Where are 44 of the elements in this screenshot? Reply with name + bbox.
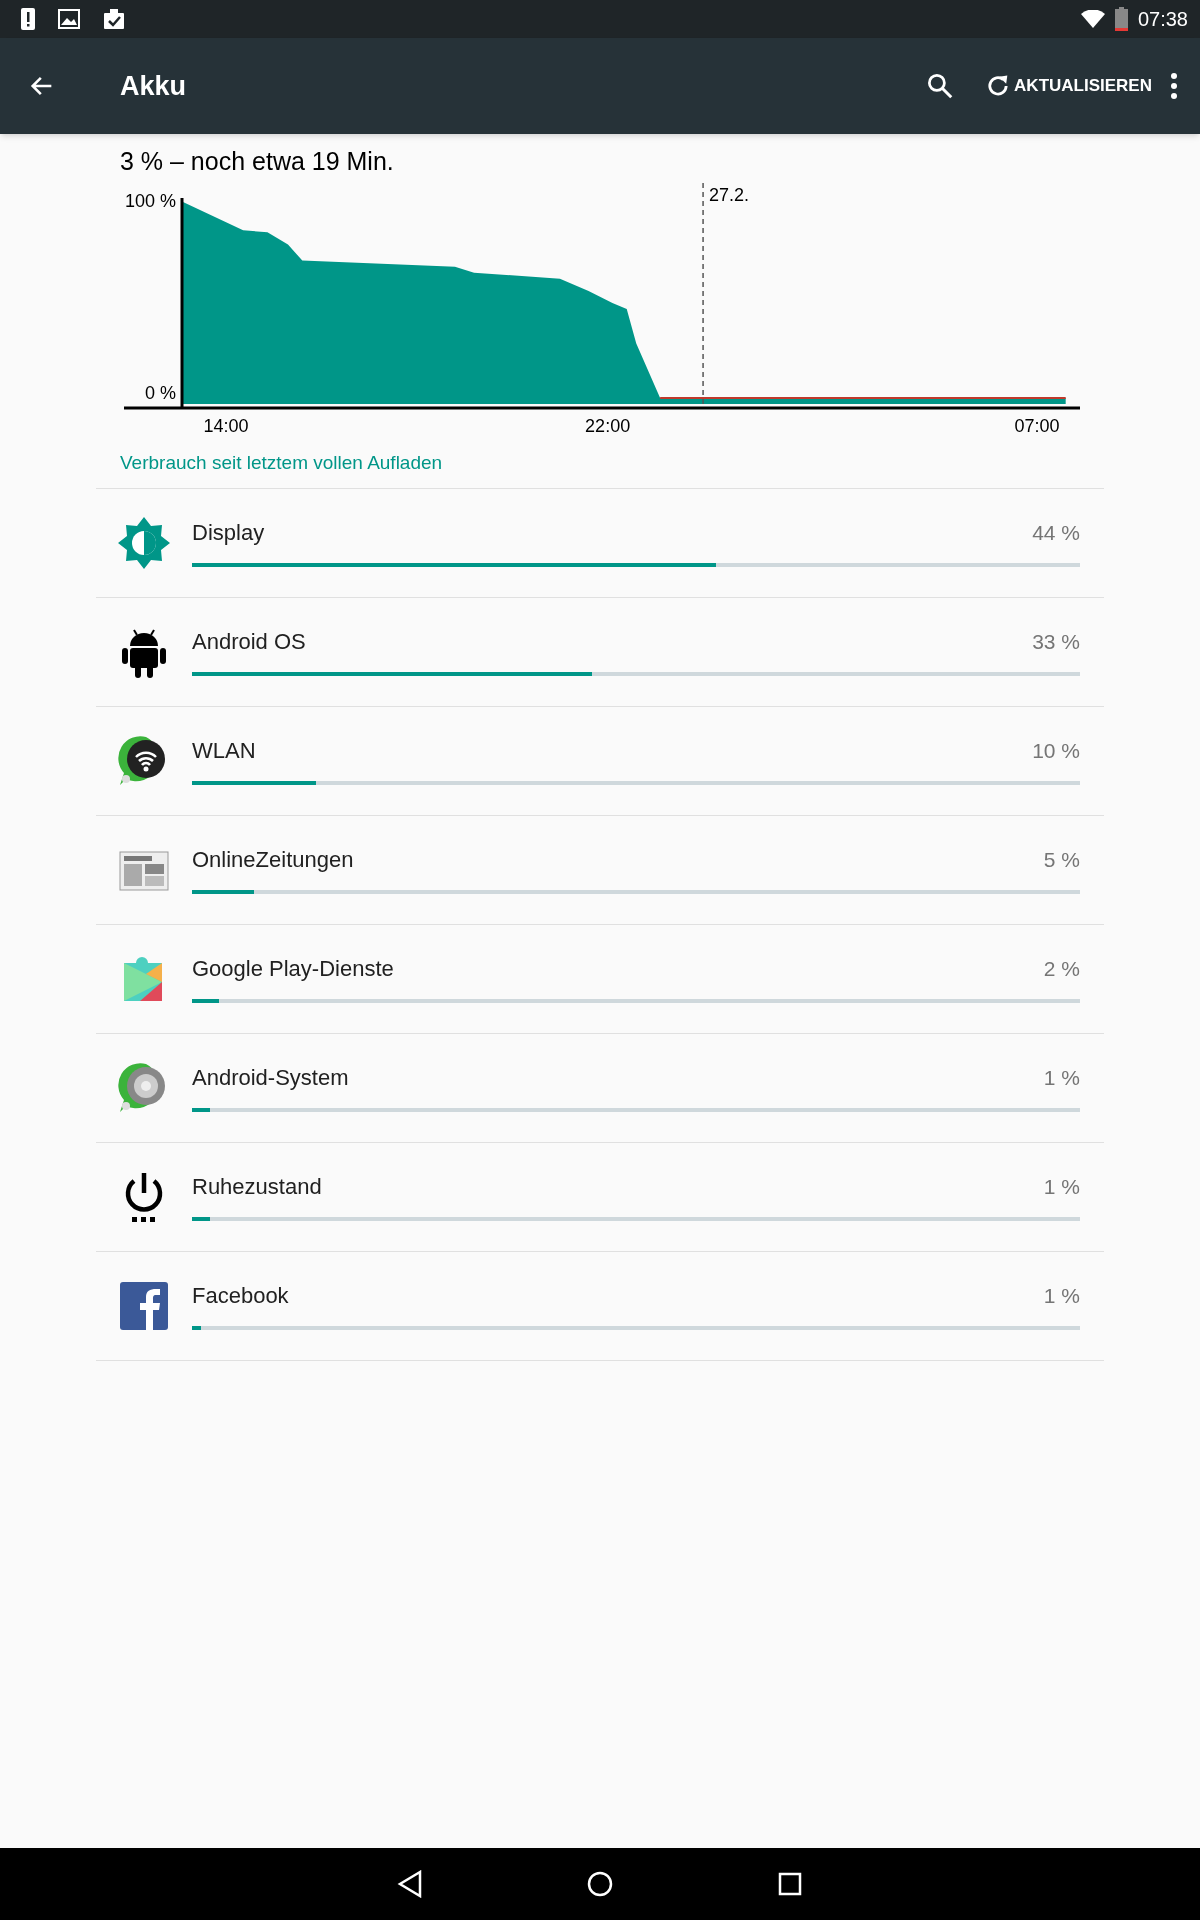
section-title: Verbrauch seit letztem vollen Aufladen xyxy=(120,451,444,475)
refresh-button[interactable]: AKTUALISIEREN xyxy=(984,64,1152,108)
usage-row[interactable]: Display 44 % xyxy=(96,489,1104,598)
app-name: Ruhezustand xyxy=(192,1172,322,1201)
app-name: Display xyxy=(192,518,265,547)
usage-row[interactable]: Facebook 1 % xyxy=(96,1252,1104,1361)
usage-percent: 5 % xyxy=(1043,846,1080,873)
usage-row[interactable]: Android-System 1 % xyxy=(96,1034,1104,1143)
x-tick-label: 14:00 xyxy=(203,416,249,436)
x-tick-label: 22:00 xyxy=(585,416,631,436)
y-tick-label: 100 % xyxy=(124,190,176,211)
circle-icon xyxy=(587,1871,613,1897)
clock: 07:38 xyxy=(1137,7,1188,32)
app-name: Facebook xyxy=(192,1281,289,1310)
image-icon xyxy=(58,9,80,29)
battery-low-icon xyxy=(1114,7,1128,31)
app-name: OnlineZeitungen xyxy=(192,845,354,874)
usage-percent: 2 % xyxy=(1043,955,1080,982)
app-name: WLAN xyxy=(192,736,256,765)
alert-icon xyxy=(20,7,36,31)
usage-row[interactable]: Ruhezustand 1 % xyxy=(96,1143,1104,1252)
triangle-icon xyxy=(397,1870,423,1898)
usage-row[interactable]: WLAN 10 % xyxy=(96,707,1104,816)
usage-percent: 10 % xyxy=(1032,737,1080,764)
date-label: 27.2. xyxy=(709,185,750,205)
brightness-icon xyxy=(116,515,172,571)
toolbar-title: Akku xyxy=(120,69,187,103)
battery-summary: 3 % – noch etwa 19 Min. xyxy=(120,146,395,177)
square-icon xyxy=(778,1872,802,1896)
usage-row[interactable]: Android OS 33 % xyxy=(96,598,1104,707)
usage-percent: 1 % xyxy=(1043,1282,1080,1309)
app-name: Android-System xyxy=(192,1063,349,1092)
usage-percent: 44 % xyxy=(1032,519,1080,546)
usage-row[interactable]: Google Play-Dienste 2 % xyxy=(96,925,1104,1034)
x-tick-label: 07:00 xyxy=(1014,416,1060,436)
app-name: Google Play-Dienste xyxy=(192,954,394,983)
usage-percent: 1 % xyxy=(1043,1173,1080,1200)
usage-percent: 33 % xyxy=(1032,628,1080,655)
usage-row[interactable]: OnlineZeitungen 5 % xyxy=(96,816,1104,925)
clipboard-check-icon xyxy=(102,8,126,30)
y-tick-label: 0 % xyxy=(144,382,176,403)
app-name: Android OS xyxy=(192,627,306,656)
wifi-signal-icon xyxy=(1080,10,1105,28)
usage-percent: 1 % xyxy=(1043,1064,1080,1091)
